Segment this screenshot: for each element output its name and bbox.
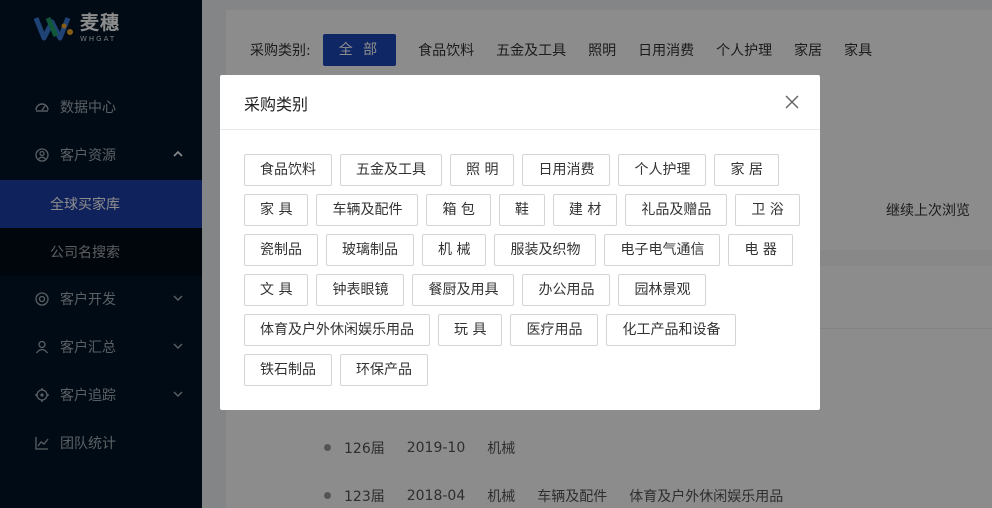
category-tag[interactable]: 车辆及配件 — [316, 194, 419, 226]
category-tag[interactable]: 机 械 — [422, 234, 487, 266]
category-tag[interactable]: 建 材 — [552, 194, 618, 226]
category-tag[interactable]: 办公用品 — [522, 274, 611, 306]
modal-title: 采购类别 — [244, 95, 309, 114]
category-tag[interactable]: 文 具 — [244, 274, 309, 306]
category-tag[interactable]: 鞋 — [498, 194, 545, 226]
close-icon[interactable] — [784, 94, 800, 110]
category-tag[interactable]: 铁石制品 — [244, 354, 332, 386]
category-tag[interactable]: 个人护理 — [618, 154, 707, 186]
category-tag[interactable]: 日用消费 — [522, 154, 611, 186]
category-tag[interactable]: 家 居 — [714, 154, 779, 186]
category-tag[interactable]: 玻璃制品 — [326, 234, 414, 266]
category-tag[interactable]: 礼品及赠品 — [625, 194, 728, 226]
category-tag[interactable]: 玩 具 — [438, 314, 503, 346]
category-tag[interactable]: 食品饮料 — [244, 154, 332, 186]
category-tag[interactable]: 电 器 — [728, 234, 793, 266]
category-tag[interactable]: 体育及户外休闲娱乐用品 — [244, 314, 430, 346]
category-tag[interactable]: 服装及织物 — [494, 234, 597, 266]
category-tag[interactable]: 化工产品和设备 — [606, 314, 737, 346]
category-tag[interactable]: 瓷制品 — [244, 234, 318, 266]
category-modal: 采购类别 食品饮料 五金及工具照 明日用消费 个人护理家 居家 具车辆及配件箱 包鞋… — [220, 75, 820, 410]
category-tag[interactable]: 电子电气通信 — [604, 234, 721, 266]
modal-header: 采购类别 — [220, 75, 820, 130]
category-tag[interactable]: 卫 浴 — [735, 194, 800, 226]
category-tag[interactable]: 家 具 — [244, 194, 309, 226]
category-tag[interactable]: 医疗用品 — [510, 314, 599, 346]
category-tag[interactable]: 环保产品 — [340, 354, 428, 386]
category-tag[interactable]: 照 明 — [450, 154, 515, 186]
category-tag-list: 食品饮料 五金及工具照 明日用消费 个人护理家 居家 具车辆及配件箱 包鞋建 材礼品… — [244, 154, 804, 386]
category-tag[interactable]: 箱 包 — [426, 194, 491, 226]
category-tag[interactable]: 园林景观 — [618, 274, 707, 306]
category-tag[interactable]: 五金及工具 — [340, 154, 442, 186]
category-tag[interactable]: 钟表眼镜 — [316, 274, 405, 306]
category-tag[interactable]: 餐厨及用具 — [412, 274, 515, 306]
